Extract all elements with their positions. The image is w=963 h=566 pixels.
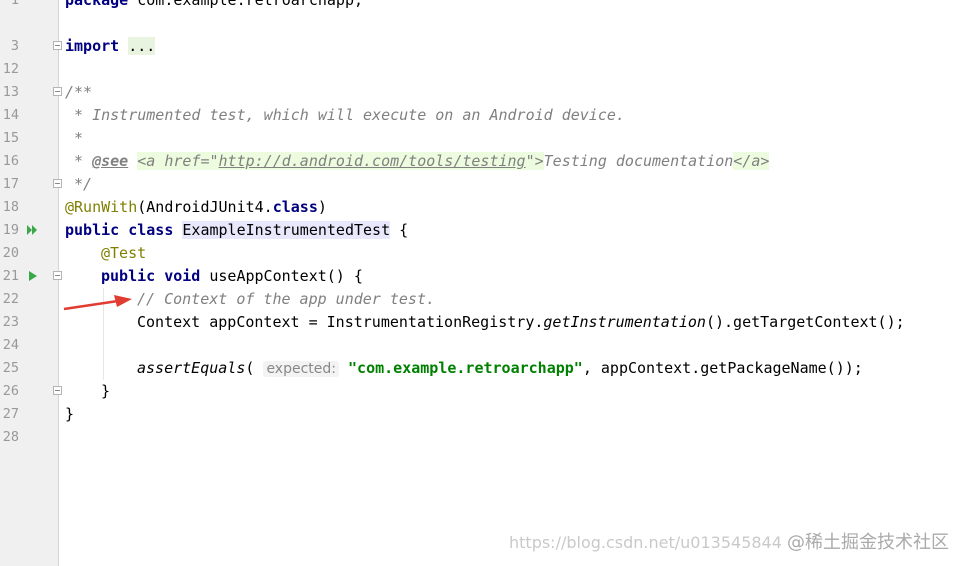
watermark: https://blog.csdn.net/u013545844 @稀土掘金技术…: [509, 528, 949, 554]
red-arrow-icon: [63, 295, 132, 311]
watermark-brand: @稀土掘金技术社区: [787, 532, 949, 553]
watermark-url: https://blog.csdn.net/u013545844: [509, 533, 782, 552]
